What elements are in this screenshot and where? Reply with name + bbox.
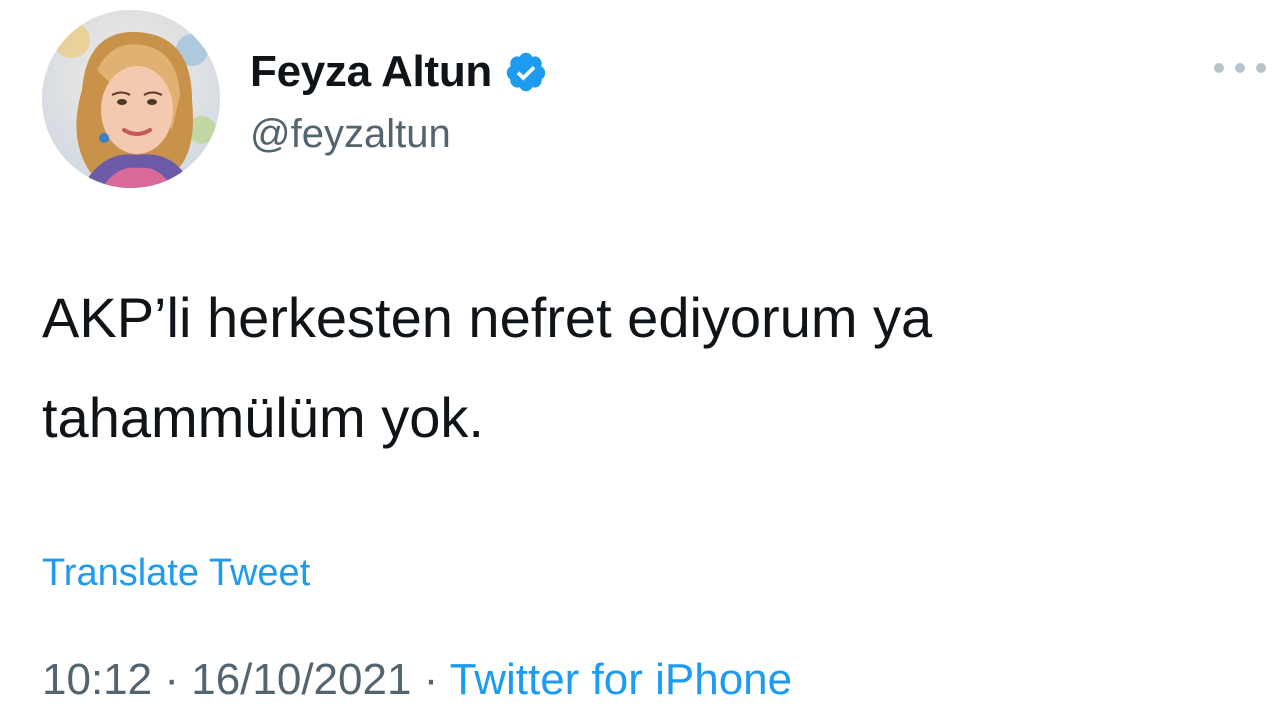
more-dot xyxy=(1256,63,1266,73)
author-name-row: Feyza Altun xyxy=(250,40,548,104)
verified-badge-icon xyxy=(504,50,548,94)
tweet-time[interactable]: 10:12 xyxy=(42,655,152,704)
author-handle[interactable]: @feyzaltun xyxy=(250,106,451,162)
tweet-card: Feyza Altun @feyzaltun AKP’li herkesten … xyxy=(0,0,1280,720)
tweet-date[interactable]: 16/10/2021 xyxy=(191,655,411,704)
more-dot xyxy=(1214,63,1224,73)
translate-tweet-link[interactable]: Translate Tweet xyxy=(42,548,310,598)
meta-separator: · xyxy=(411,655,450,704)
tweet-text: AKP’li herkesten nefret ediyorum ya taha… xyxy=(42,286,933,449)
more-options-icon[interactable] xyxy=(1214,56,1266,80)
tweet-metadata: 10:12 · 16/10/2021 · Twitter for iPhone xyxy=(42,652,792,708)
tweet-source-link[interactable]: Twitter for iPhone xyxy=(450,655,792,704)
author-display-name[interactable]: Feyza Altun xyxy=(250,40,492,104)
avatar-image xyxy=(42,10,220,188)
author-avatar[interactable] xyxy=(42,10,220,188)
more-dot xyxy=(1235,63,1245,73)
meta-separator: · xyxy=(152,655,192,704)
